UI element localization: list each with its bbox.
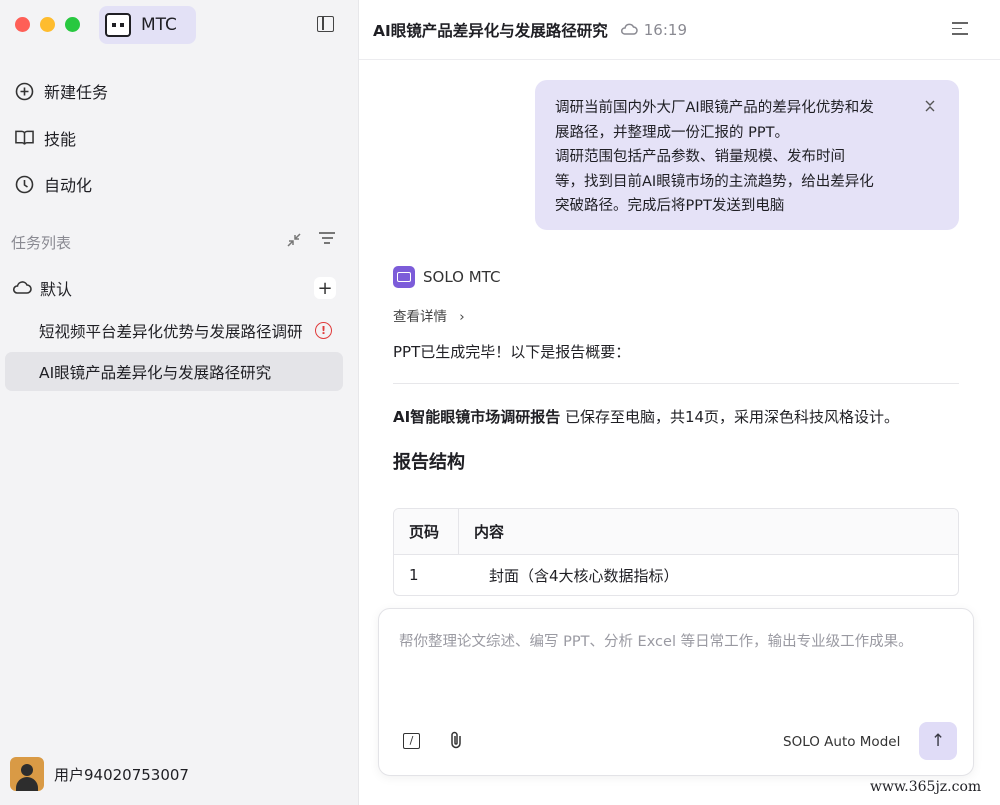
table-header-row: 页码 内容: [394, 509, 958, 555]
add-task-button[interactable]: +: [314, 277, 336, 299]
user-message-line: 突破路径。完成后将PPT发送到电脑: [555, 198, 785, 214]
user-message-line: 调研范围包括产品参数、销量规模、发布时间: [555, 149, 845, 165]
table-cell: 1: [409, 566, 419, 584]
brand-logo-icon: [105, 13, 131, 37]
task-item-label: 短视频平台差异化优势与发展路径调研: [39, 322, 303, 341]
chat-time: 16:19: [643, 20, 687, 39]
report-summary: AI智能眼镜市场调研报告 已保存至电脑，共14页，采用深色科技风格设计。: [393, 406, 899, 427]
nav-new-task-label: 新建任务: [44, 83, 109, 102]
window-controls: [15, 17, 80, 32]
nav-new-task[interactable]: 新建任务: [15, 79, 108, 103]
brand-switcher[interactable]: MTC: [99, 6, 196, 44]
user-name: 用户94020753007: [54, 765, 189, 784]
slash-command-icon[interactable]: /: [403, 733, 420, 749]
main-panel: AI眼镜产品差异化与发展路径研究 16:19 调研当前国内外大厂AI眼镜产品的差…: [358, 0, 1000, 805]
model-selector[interactable]: SOLO Auto Model: [783, 734, 900, 750]
plus-circle-icon: [15, 82, 34, 101]
report-summary-text: 已保存至电脑，共14页，采用深色科技风格设计。: [560, 408, 900, 426]
task-group-label: 默认: [40, 280, 73, 299]
user-message: 调研当前国内外大厂AI眼镜产品的差异化优势和发 展路径，并整理成一份汇报的 PP…: [535, 80, 959, 230]
chat-header: AI眼镜产品差异化与发展路径研究 16:19: [359, 0, 1000, 60]
table-row: 1 封面（含4大核心数据指标）: [394, 555, 958, 595]
message-composer: 帮你整理论文综述、编写 PPT、分析 Excel 等日常工作，输出专业级工作成果…: [378, 608, 974, 776]
send-button[interactable]: ↑: [919, 722, 957, 760]
table-header-cell: 内容: [474, 523, 505, 541]
agent-intro: PPT已生成完毕！以下是报告概要：: [393, 343, 631, 361]
table-cell: 封面（含4大核心数据指标）: [489, 566, 679, 585]
user-message-line: 等，找到目前AI眼镜市场的主流趋势，给出差异化: [555, 173, 874, 190]
agent-logo-icon: [393, 266, 415, 288]
book-icon: [15, 129, 34, 148]
brand-name: MTC: [141, 15, 177, 35]
cloud-icon: [12, 279, 32, 298]
minimize-window-button[interactable]: [40, 17, 55, 32]
filter-icon[interactable]: [319, 232, 335, 246]
table-header-cell: 页码: [394, 509, 459, 554]
view-details-label: 查看详情: [393, 309, 447, 325]
agent-header: SOLO MTC: [393, 266, 500, 288]
report-structure-table: 页码 内容 1 封面（含4大核心数据指标）: [393, 508, 959, 596]
cloud-sync-icon: [620, 21, 638, 39]
task-group-default[interactable]: 默认: [12, 276, 72, 300]
report-name: AI智能眼镜市场调研报告: [393, 408, 561, 426]
sidebar: MTC 新建任务 技能 自动化 任务列表 默认 + 短视频平台差异化优势与发展路…: [0, 0, 358, 805]
chat-title: AI眼镜产品差异化与发展路径研究: [373, 21, 608, 40]
avatar: [10, 757, 44, 791]
nav-skills[interactable]: 技能: [15, 126, 76, 150]
sync-status: 16:19: [620, 21, 687, 39]
clock-icon: [15, 175, 34, 194]
agent-name: SOLO MTC: [423, 268, 501, 286]
collapse-arrows-icon[interactable]: [286, 232, 302, 252]
sidebar-toggle-icon[interactable]: [317, 16, 334, 32]
task-item[interactable]: 短视频平台差异化优势与发展路径调研 !: [5, 311, 343, 350]
user-message-line: 展路径，并整理成一份汇报的 PPT。: [555, 124, 789, 141]
user-profile[interactable]: 用户94020753007: [10, 757, 189, 791]
outline-menu-icon[interactable]: [952, 22, 968, 36]
nav-skills-label: 技能: [44, 130, 77, 149]
nav-automation-label: 自动化: [44, 176, 93, 195]
attachment-icon[interactable]: [449, 731, 463, 754]
collapse-message-icon[interactable]: [925, 97, 935, 122]
maximize-window-button[interactable]: [65, 17, 80, 32]
user-message-line: 调研当前国内外大厂AI眼镜产品的差异化优势和发: [555, 100, 874, 116]
task-list-heading: 任务列表: [11, 234, 72, 252]
structure-heading: 报告结构: [393, 452, 465, 473]
close-window-button[interactable]: [15, 17, 30, 32]
watermark: www.365jz.com: [870, 779, 982, 795]
warning-icon: !: [315, 322, 332, 339]
nav-automation[interactable]: 自动化: [15, 172, 92, 196]
chevron-right-icon: ›: [459, 309, 465, 325]
message-input[interactable]: 帮你整理论文综述、编写 PPT、分析 Excel 等日常工作，输出专业级工作成果…: [399, 630, 939, 655]
task-item-active[interactable]: AI眼镜产品差异化与发展路径研究: [5, 352, 343, 391]
task-item-label: AI眼镜产品差异化与发展路径研究: [39, 363, 272, 382]
view-details-link[interactable]: 查看详情 ›: [393, 305, 465, 325]
divider: [393, 383, 959, 384]
